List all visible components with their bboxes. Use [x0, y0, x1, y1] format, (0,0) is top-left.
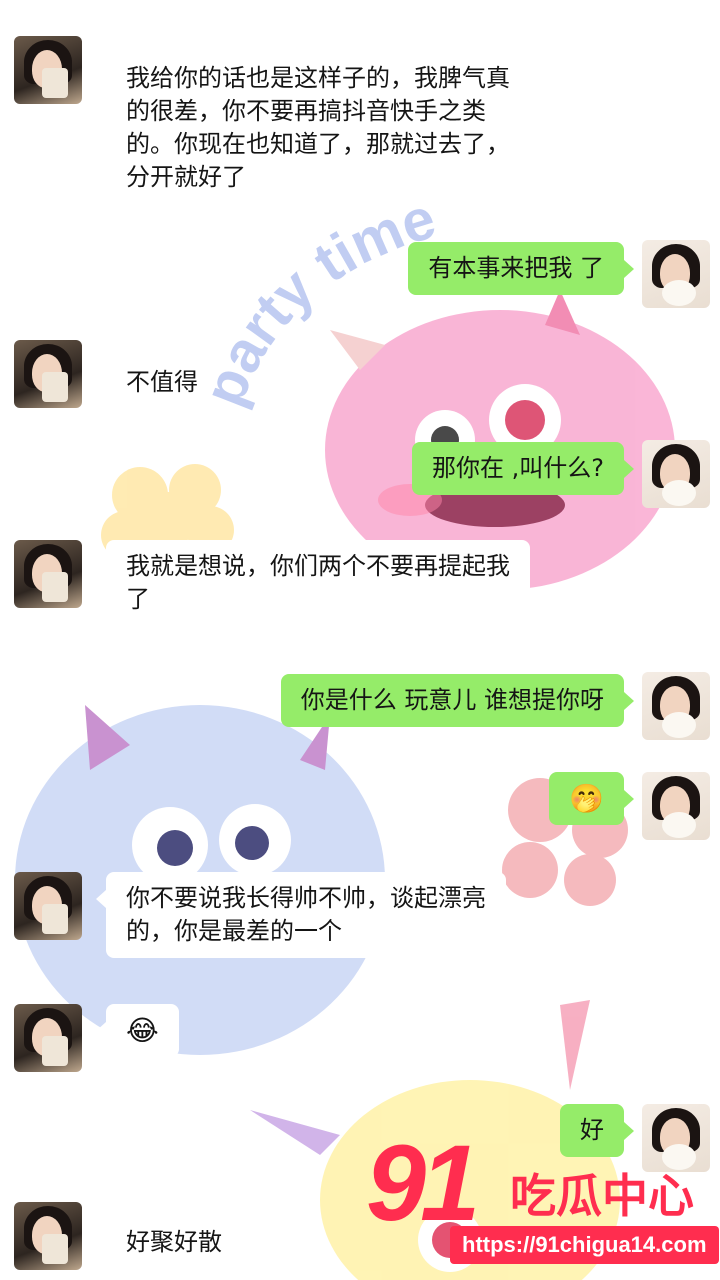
message-text: 的很差，你不要再搞抖音快手之类	[126, 97, 486, 125]
chat-view[interactable]: party time 我给你的话也是这样子的，我脾气真 的很差，你不要再搞抖音快…	[0, 0, 720, 1280]
contact-avatar[interactable]	[14, 1202, 82, 1270]
message-text: 我就是想说，你们两个不要再提起我	[126, 552, 510, 580]
message-bubble[interactable]: 你不要说我长得帅不帅，谈起漂亮 的，你是最差的一个	[96, 872, 506, 958]
self-avatar[interactable]	[642, 672, 710, 740]
message-bubble[interactable]: 🤭	[549, 772, 634, 825]
contact-avatar[interactable]	[14, 1004, 82, 1072]
message-text: 那你在 ,叫什么?	[432, 454, 604, 482]
message-bubble[interactable]: 我就是想说，你们两个不要再提起我 了	[96, 540, 530, 626]
message-text: 不值得	[126, 368, 198, 396]
message-text: 的，你是最差的一个	[126, 917, 342, 945]
site-watermark: 91 吃瓜中心 https://91chigua14.com	[360, 1120, 720, 1280]
message-bubble[interactable]: 好聚好散	[106, 1216, 242, 1269]
message-text: 你是什么 玩意儿 谁想提你呀	[300, 686, 604, 714]
self-avatar[interactable]	[642, 240, 710, 308]
message-bubble[interactable]: 我给你的话也是这样子的，我脾气真 的很差，你不要再搞抖音快手之类 的。你现在也知…	[106, 52, 530, 204]
message-bubble[interactable]: 那你在 ,叫什么?	[412, 442, 634, 495]
self-avatar[interactable]	[642, 772, 710, 840]
emoji-tears-of-joy-icon: 😂	[126, 1014, 159, 1047]
message-bubble[interactable]: 😂	[96, 1004, 179, 1057]
message-bubble[interactable]: 不值得	[106, 356, 218, 409]
message-text: 有本事来把我 了	[428, 254, 604, 282]
contact-avatar[interactable]	[14, 872, 82, 940]
contact-avatar[interactable]	[14, 540, 82, 608]
contact-avatar[interactable]	[14, 340, 82, 408]
message-text: 分开就好了	[126, 163, 246, 191]
message-text: 你不要说我长得帅不帅，谈起漂亮	[126, 884, 486, 912]
message-text: 了	[126, 585, 150, 613]
emoji-hand-over-mouth-icon: 🤭	[569, 782, 604, 815]
contact-avatar[interactable]	[14, 36, 82, 104]
message-text: 的。你现在也知道了，那就过去了，	[126, 130, 510, 158]
watermark-url: https://91chigua14.com	[450, 1226, 719, 1264]
message-bubble[interactable]: 你是什么 玩意儿 谁想提你呀	[280, 674, 635, 727]
self-avatar[interactable]	[642, 440, 710, 508]
message-text: 我给你的话也是这样子的，我脾气真	[126, 64, 510, 92]
message-text: 好聚好散	[126, 1228, 222, 1256]
watermark-logo-text: 吃瓜中心	[510, 1169, 694, 1223]
message-bubble[interactable]: 有本事来把我 了	[408, 242, 634, 295]
wallpaper-text: party time	[191, 185, 443, 414]
